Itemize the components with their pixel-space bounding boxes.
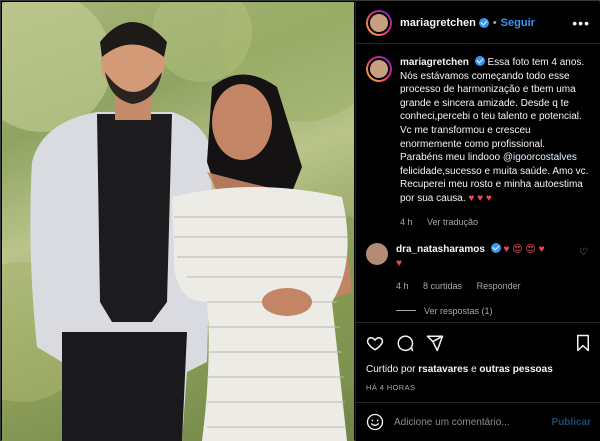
- publish-button[interactable]: Publicar: [552, 417, 591, 428]
- post-photo[interactable]: [2, 2, 354, 441]
- view-replies-button[interactable]: Ver respostas (1): [396, 306, 590, 316]
- caption-time: 4 h: [400, 216, 413, 227]
- caption: mariagretchen Essa foto tem 4 anos. Nós …: [366, 56, 590, 229]
- post-header: mariagretchen • Seguir •••: [356, 2, 600, 44]
- emoji-icon[interactable]: [366, 413, 384, 431]
- comment-heart-icon[interactable]: ♡: [579, 247, 588, 258]
- add-comment-bar: Publicar: [356, 402, 600, 441]
- caption-mention[interactable]: @igoorcostalves: [503, 152, 577, 163]
- comment-time: 4 h: [396, 281, 409, 292]
- caption-body: mariagretchen Essa foto tem 4 anos. Nós …: [400, 56, 590, 229]
- comment-emojis: ♥ 😍 😍 ♥: [503, 244, 545, 256]
- comment-body: dra_natasharamos ♥ 😍 😍 ♥ ♥ 4 h 8 curtida…: [396, 243, 590, 294]
- comment-item: dra_natasharamos ♥ 😍 😍 ♥ ♥ 4 h 8 curtida…: [366, 243, 590, 294]
- liked-by-text: Curtido por rsatavares e outras pessoas: [366, 364, 591, 375]
- liked-suffix: e: [468, 364, 480, 375]
- caption-emojis: ♥ ♥ ♥: [468, 192, 492, 204]
- bookmark-icon[interactable]: [575, 334, 591, 352]
- caption-text: Essa foto tem 4 anos. Nós estávamos come…: [400, 57, 585, 164]
- caption-avatar[interactable]: [366, 56, 392, 82]
- comments-section: mariagretchen Essa foto tem 4 anos. Nós …: [356, 44, 600, 320]
- verified-badge-icon: [490, 243, 501, 254]
- author-avatar[interactable]: [366, 9, 392, 36]
- more-options-icon[interactable]: •••: [572, 15, 590, 31]
- post-modal: mariagretchen • Seguir ••• mariagretchen…: [0, 0, 600, 441]
- comment-emojis-2: ♥: [396, 257, 402, 269]
- caption-meta: 4 h Ver tradução: [400, 216, 590, 230]
- caption-text-cont: felicidade,sucesso e muita saúde. Amo vc…: [400, 165, 589, 204]
- comment-icon[interactable]: [396, 334, 414, 352]
- liked-prefix: Curtido por: [366, 364, 419, 375]
- commenter-avatar[interactable]: [366, 243, 388, 266]
- liked-others[interactable]: outras pessoas: [479, 364, 552, 375]
- post-timestamp: HÁ 4 HORAS: [366, 383, 416, 392]
- verified-badge-icon: [478, 17, 489, 28]
- share-icon[interactable]: [426, 334, 444, 352]
- comment-meta: 4 h 8 curtidas Responder: [396, 280, 590, 294]
- post-side-panel: mariagretchen • Seguir ••• mariagretchen…: [355, 2, 600, 441]
- post-actions: Curtido por rsatavares e outras pessoas …: [356, 322, 600, 392]
- reply-button[interactable]: Responder: [477, 281, 521, 291]
- commenter-username[interactable]: dra_natasharamos: [396, 244, 485, 255]
- comment-likes[interactable]: 8 curtidas: [423, 281, 462, 291]
- caption-username[interactable]: mariagretchen: [400, 57, 469, 68]
- follow-button[interactable]: Seguir: [501, 17, 535, 29]
- author-username[interactable]: mariagretchen: [400, 17, 476, 29]
- liked-user[interactable]: rsatavares: [418, 364, 468, 375]
- separator-dot: •: [492, 16, 497, 29]
- translate-link[interactable]: Ver tradução: [427, 217, 478, 227]
- photo-illustration: [2, 2, 354, 441]
- verified-badge-icon: [474, 56, 485, 66]
- heart-icon[interactable]: [366, 334, 384, 352]
- comment-input[interactable]: [394, 416, 552, 428]
